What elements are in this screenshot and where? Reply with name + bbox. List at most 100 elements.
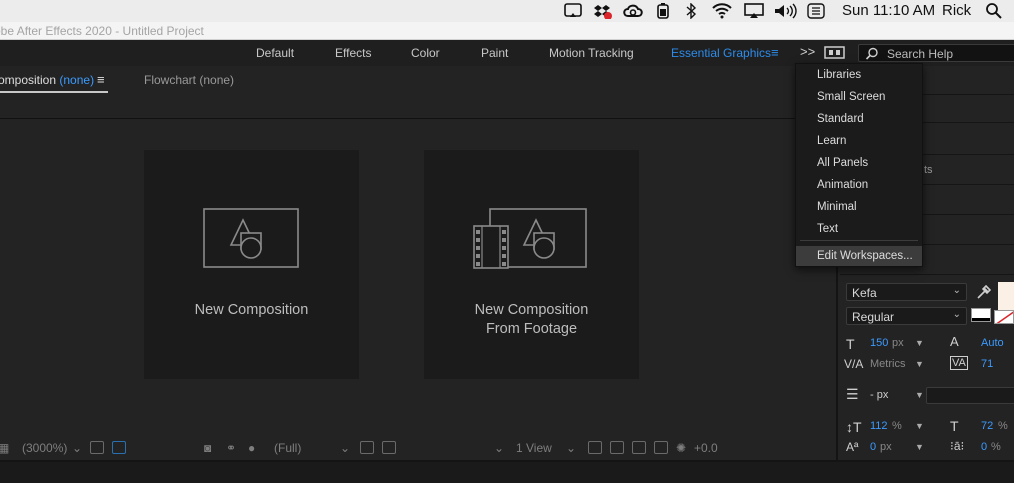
workspace-menu-item-minimal[interactable]: Minimal	[796, 197, 922, 217]
menu-separator	[800, 240, 918, 241]
vertical-scale-value[interactable]: 112	[870, 420, 888, 432]
leading-icon: A	[950, 334, 959, 349]
volume-icon[interactable]	[774, 3, 798, 19]
panel-layout-icon[interactable]	[824, 46, 846, 60]
channel-icon[interactable]: ●	[248, 441, 255, 455]
flowchart-tab[interactable]: Flowchart (none)	[144, 73, 234, 87]
composition-panel: omposition (none) ≡ Flowchart (none) New…	[0, 66, 836, 460]
language-icon[interactable]	[807, 3, 825, 19]
workspace-menu-item-edit-workspaces[interactable]: Edit Workspaces...	[796, 246, 922, 266]
new-composition-icon	[203, 208, 299, 268]
resolution-select[interactable]: (Full)	[274, 441, 301, 455]
toggle-pixel-aspect-icon[interactable]	[588, 441, 602, 454]
workspace-tab-color[interactable]: Color	[411, 46, 440, 60]
composition-tab-menu-icon[interactable]: ≡	[97, 72, 105, 87]
no-stroke-swatch[interactable]	[994, 310, 1014, 324]
composition-tab-label: omposition	[0, 73, 57, 87]
workspace-tab-essential-graphics[interactable]: Essential Graphics	[671, 46, 771, 60]
screen-sharing-icon[interactable]	[563, 3, 583, 19]
baseline-shift-unit: px	[880, 441, 892, 453]
view-chevron-icon[interactable]: ⌄	[494, 441, 504, 455]
panel-row-divider	[840, 274, 1014, 275]
stroke-width-value[interactable]: - px	[870, 389, 888, 401]
new-composition-from-footage-icon	[473, 208, 587, 269]
tracking-value[interactable]: 71	[981, 358, 993, 370]
workspace-tab-default[interactable]: Default	[256, 46, 294, 60]
baseline-shift-dropdown-icon[interactable]: ▼	[915, 442, 924, 452]
workspace-overflow-button[interactable]: >>	[800, 44, 815, 59]
vertical-scale-unit: %	[892, 420, 902, 432]
stroke-width-dropdown-icon[interactable]: ▼	[915, 390, 924, 400]
menubar-clock[interactable]: Sun 11:10 AM	[842, 2, 935, 19]
search-help-input[interactable]: Search Help	[858, 44, 1014, 62]
font-style-select[interactable]: Regular ⌄	[846, 307, 967, 325]
new-composition-card[interactable]: New Composition	[144, 150, 359, 379]
workspace-tab-effects[interactable]: Effects	[335, 46, 371, 60]
panel-partial-label[interactable]: ts	[924, 164, 933, 176]
workspace-menu-item-libraries[interactable]: Libraries	[796, 65, 922, 85]
magnification-chevron-icon[interactable]: ⌄	[72, 441, 82, 455]
battery-monitor-icon[interactable]	[655, 3, 671, 19]
viewer-toolbar: ▦ (3000%) ⌄ ◙ ⚭ ● (Full) ⌄ ⌄ 1 View ⌄ ✺ …	[0, 436, 836, 460]
fast-previews-icon[interactable]	[610, 441, 624, 454]
safe-margins-icon[interactable]	[90, 441, 104, 454]
menubar-user[interactable]: Rick	[942, 2, 971, 19]
workspace-menu-item-small-screen[interactable]: Small Screen	[796, 87, 922, 107]
workspace-menu-item-text[interactable]: Text	[796, 219, 922, 239]
vertical-scale-icon: ↕T	[846, 419, 862, 435]
region-of-interest-icon[interactable]	[360, 441, 374, 454]
vertical-scale-dropdown-icon[interactable]: ▼	[915, 421, 924, 431]
spotlight-search-icon[interactable]	[984, 3, 1004, 19]
panel-divider	[0, 118, 836, 119]
workspace-dropdown-menu: Libraries Small Screen Standard Learn Al…	[795, 63, 923, 267]
horizontal-scale-value[interactable]: 72	[981, 420, 993, 432]
workspace-tab-motion-tracking[interactable]: Motion Tracking	[549, 46, 634, 60]
flowchart-icon[interactable]	[654, 441, 668, 454]
workspace-menu-item-all-panels[interactable]: All Panels	[796, 153, 922, 173]
font-size-icon: T	[846, 336, 855, 352]
composition-tab-row: omposition (none) ≡ Flowchart (none)	[0, 66, 836, 96]
show-snapshot-icon[interactable]: ⚭	[226, 441, 236, 455]
tracking-icon: VA	[950, 356, 968, 370]
resolution-chevron-icon[interactable]: ⌄	[340, 441, 350, 455]
search-icon	[865, 47, 878, 60]
dropbox-icon[interactable]	[592, 3, 614, 19]
kerning-dropdown-icon[interactable]: ▼	[915, 359, 924, 369]
view-layout-chevron-icon[interactable]: ⌄	[566, 441, 576, 455]
workspace-menu-item-learn[interactable]: Learn	[796, 131, 922, 151]
eyedropper-icon[interactable]	[975, 283, 991, 301]
composition-tab[interactable]: omposition (none)	[0, 73, 94, 87]
new-composition-from-footage-label-line1: New Composition	[474, 302, 589, 318]
reset-exposure-icon[interactable]: ✺	[676, 441, 686, 455]
font-family-select[interactable]: Kefa ⌄	[846, 283, 967, 301]
wifi-icon[interactable]	[711, 3, 733, 19]
stroke-width-icon: ☰	[846, 386, 859, 402]
exposure-value[interactable]: +0.0	[694, 441, 718, 455]
workspace-menu-item-animation[interactable]: Animation	[796, 175, 922, 195]
font-size-value[interactable]: 150	[870, 337, 888, 349]
kerning-value[interactable]: Metrics	[870, 358, 905, 370]
bottom-panel-edge	[0, 460, 1014, 483]
creative-cloud-icon[interactable]	[622, 3, 644, 19]
workspace-menu-icon[interactable]: ≡	[771, 45, 779, 60]
stroke-style-select[interactable]	[926, 387, 1014, 404]
horizontal-scale-icon: T	[950, 418, 959, 434]
bluetooth-icon[interactable]	[684, 3, 698, 19]
workspace-menu-item-standard[interactable]: Standard	[796, 109, 922, 129]
timeline-icon[interactable]	[632, 441, 646, 454]
airplay-icon[interactable]	[743, 3, 765, 19]
magnification-select[interactable]: (3000%)	[22, 441, 67, 455]
font-size-unit: px	[892, 337, 904, 349]
snapshot-icon[interactable]: ◙	[204, 441, 211, 455]
grid-options-icon[interactable]: ▦	[0, 441, 9, 455]
transparency-toggle-icon[interactable]	[382, 441, 396, 454]
workspace-tab-paint[interactable]: Paint	[481, 46, 508, 60]
view-layout-select[interactable]: 1 View	[516, 441, 552, 455]
transparency-grid-icon[interactable]	[112, 441, 126, 454]
tsume-value[interactable]: 0	[981, 441, 987, 453]
font-size-dropdown-icon[interactable]: ▼	[915, 338, 924, 348]
new-composition-from-footage-card[interactable]: New Composition From Footage	[424, 150, 639, 379]
stroke-fill-swatch[interactable]	[971, 308, 991, 322]
baseline-shift-value[interactable]: 0	[870, 441, 876, 453]
leading-value[interactable]: Auto	[981, 337, 1004, 349]
